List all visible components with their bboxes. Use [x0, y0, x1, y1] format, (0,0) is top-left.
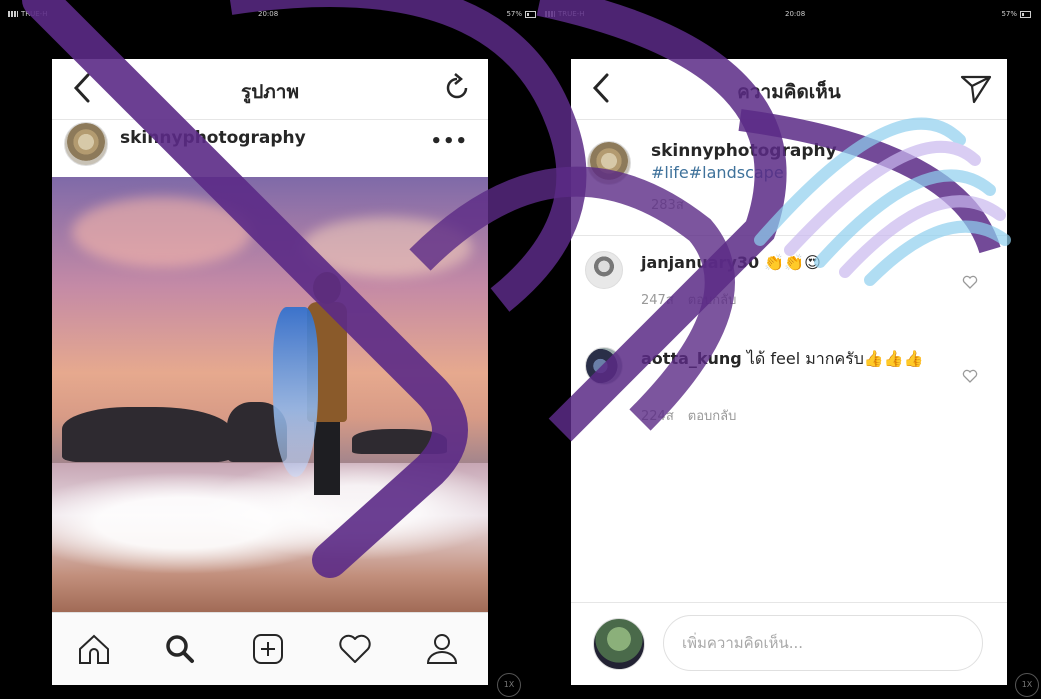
comment-username[interactable]: aotta_kung: [641, 349, 742, 368]
refresh-icon[interactable]: [440, 71, 474, 105]
comment-text: aotta_kung ได้ feel มากครับ👍👍👍: [641, 349, 947, 369]
status-bar-left: TRUE-H 20:08 57%: [8, 10, 536, 22]
photo-cloud: [72, 197, 252, 267]
caption-username[interactable]: skinnyphotography: [651, 141, 837, 161]
like-heart-icon[interactable]: [961, 273, 979, 291]
battery-icon: [1020, 10, 1031, 18]
comment-item: janjanuary30 👏👏😍 247ส ตอบกลับ: [571, 251, 1007, 331]
comment-composer: [571, 602, 1007, 685]
caption-hashtags[interactable]: #life#landscape: [651, 163, 784, 182]
page-title: ความคิดเห็น: [737, 81, 841, 103]
status-bar-right: TRUE-H 20:08 57%: [545, 10, 1031, 22]
tab-bar: [52, 612, 488, 685]
send-icon[interactable]: [959, 71, 993, 105]
comments-screen: ความคิดเห็น skinnyphotography #life#land…: [571, 59, 1007, 685]
zoom-badge[interactable]: 1X: [1015, 673, 1039, 697]
carrier-label: TRUE-H: [21, 10, 48, 18]
more-options-icon[interactable]: •••: [430, 131, 468, 152]
avatar: [593, 618, 645, 670]
comment-meta: 247ส ตอบกลับ: [641, 289, 750, 310]
signal-icon: [545, 11, 555, 17]
post-photo[interactable]: [52, 177, 488, 613]
photo-header: รูปภาพ: [52, 59, 488, 120]
comment-item: aotta_kung ได้ feel มากครับ👍👍👍 224ส ตอบกล…: [571, 347, 1007, 437]
avatar[interactable]: [585, 251, 623, 289]
caption: skinnyphotography #life#landscape 283ส: [571, 119, 1007, 236]
photo-person: [273, 267, 367, 497]
comment-meta: 224ส ตอบกลับ: [641, 405, 750, 426]
comment-input[interactable]: [663, 615, 983, 671]
comments-header: ความคิดเห็น: [571, 59, 1007, 120]
status-time: 20:08: [785, 10, 806, 18]
battery-percent: 57%: [1001, 10, 1017, 18]
carrier-label: TRUE-H: [558, 10, 585, 18]
photo-rock: [62, 407, 232, 462]
add-post-icon[interactable]: [248, 629, 288, 669]
comment-time: 247ส: [641, 293, 674, 308]
caption-time: 283ส: [651, 198, 684, 213]
post-username[interactable]: skinnyphotography: [120, 128, 306, 148]
profile-icon[interactable]: [422, 629, 462, 669]
comment-text: janjanuary30 👏👏😍: [641, 253, 947, 273]
avatar[interactable]: [585, 347, 623, 385]
page-title: รูปภาพ: [241, 81, 299, 103]
reply-button[interactable]: ตอบกลับ: [688, 293, 737, 308]
photo-surf: [52, 463, 488, 613]
comment-username[interactable]: janjanuary30: [641, 253, 759, 272]
status-time: 20:08: [258, 10, 279, 18]
avatar[interactable]: [64, 122, 108, 166]
like-heart-icon[interactable]: [961, 367, 979, 385]
home-icon[interactable]: [74, 629, 114, 669]
avatar[interactable]: [587, 141, 631, 185]
comment-time: 224ส: [641, 409, 674, 424]
signal-icon: [8, 11, 18, 17]
post-header: skinnyphotography •••: [52, 119, 488, 177]
reply-button[interactable]: ตอบกลับ: [688, 409, 737, 424]
comment-body: 👏👏😍: [764, 253, 821, 272]
heart-icon[interactable]: [335, 629, 375, 669]
photo-screen: รูปภาพ skinnyphotography •••: [52, 59, 488, 685]
battery-percent: 57%: [506, 10, 522, 18]
zoom-badge[interactable]: 1X: [497, 673, 521, 697]
battery-icon: [525, 10, 536, 18]
comment-body: ได้ feel มากครับ👍👍👍: [746, 349, 924, 368]
search-icon[interactable]: [160, 629, 200, 669]
